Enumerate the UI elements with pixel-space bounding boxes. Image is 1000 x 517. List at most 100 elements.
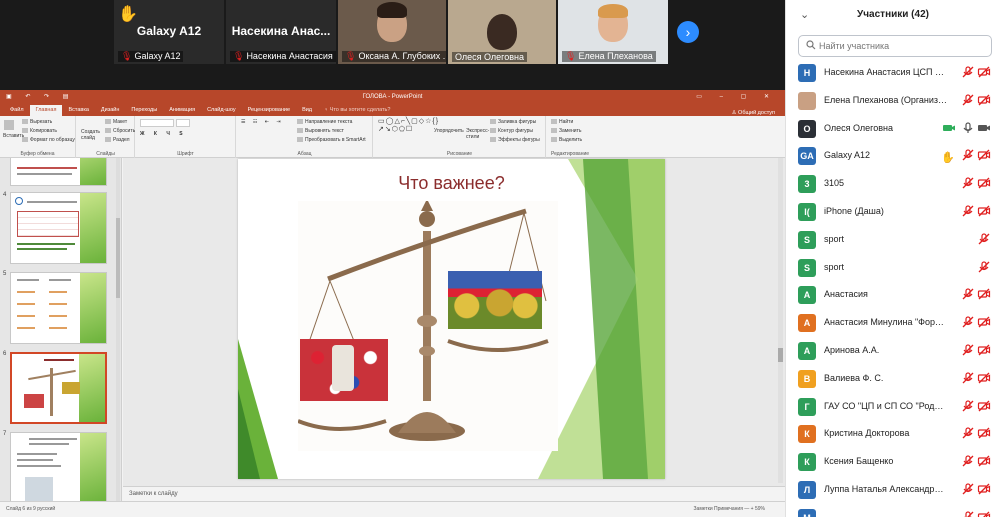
participant-row[interactable]: I(iPhone (Даша) — [786, 198, 1000, 226]
reset-button[interactable]: Сбросить — [105, 128, 135, 134]
mic-muted-icon[interactable] — [977, 232, 991, 246]
video-off-icon[interactable] — [977, 399, 991, 413]
video-off-icon[interactable] — [977, 65, 991, 79]
raised-hand-icon[interactable]: ✋ — [941, 148, 955, 164]
video-on-icon[interactable] — [942, 121, 956, 135]
mic-muted-icon[interactable] — [961, 315, 975, 329]
slide-thumbnail-7[interactable] — [10, 432, 107, 501]
video-off-icon[interactable] — [977, 176, 991, 190]
participant-row[interactable]: К Ксения Бащенко — [786, 448, 1000, 476]
mic-on-icon[interactable] — [961, 121, 975, 135]
participant-row[interactable]: О Олеся Олеговна — [786, 115, 1000, 143]
participant-row[interactable]: А Аринова А.А. — [786, 337, 1000, 365]
tab-view[interactable]: Вид — [296, 105, 318, 116]
mic-muted-icon[interactable] — [961, 399, 975, 413]
arrange-button[interactable]: Упорядочить — [434, 128, 464, 134]
tab-review[interactable]: Рецензирование — [242, 105, 296, 116]
mic-muted-icon[interactable] — [961, 482, 975, 496]
video-off-icon[interactable] — [977, 343, 991, 357]
participant-row[interactable]: Н Насекина Анастасия ЦСП Я... (Я) — [786, 59, 1000, 87]
smartart-button[interactable]: Преобразовать в SmartArt — [297, 137, 366, 143]
list-buttons[interactable]: ☰ ☷ ⇤ ⇥ — [241, 119, 284, 125]
participant-row[interactable]: Ssport — [786, 226, 1000, 254]
mic-muted-icon[interactable] — [961, 426, 975, 440]
video-off-icon[interactable] — [977, 510, 991, 517]
video-icon[interactable] — [977, 121, 991, 135]
slide-title[interactable]: Что важнее? — [238, 173, 665, 194]
video-off-icon[interactable] — [977, 371, 991, 385]
mic-muted-icon[interactable] — [961, 204, 975, 218]
paste-button[interactable] — [4, 120, 16, 130]
slide-scrollbar[interactable] — [778, 158, 783, 483]
participant-row[interactable]: В Валиева Ф. С. — [786, 365, 1000, 393]
video-off-icon[interactable] — [977, 204, 991, 218]
status-view-zoom[interactable]: Заметки Примечания — + 59% — [694, 502, 765, 516]
video-off-icon[interactable] — [977, 287, 991, 301]
scrollbar-thumb[interactable] — [116, 218, 120, 298]
font-name-select[interactable] — [140, 119, 174, 127]
quick-access-toolbar[interactable]: ▣ ↶ ↷ ▤ — [6, 90, 74, 104]
thumbnail-scrollbar[interactable] — [116, 158, 120, 501]
shape-fill-button[interactable]: Заливка фигуры — [490, 119, 536, 125]
mic-muted-icon[interactable] — [961, 454, 975, 468]
video-tile-nasekina[interactable]: Насекина Анас... 🎙 Насекина Анастасия ... — [226, 0, 336, 64]
slide-thumbnail-3[interactable] — [10, 158, 107, 186]
slide-thumbnail-6[interactable] — [10, 352, 107, 424]
next-page-button[interactable]: › — [677, 21, 699, 43]
participant-row[interactable]: 3 3105 — [786, 170, 1000, 198]
section-button[interactable]: Раздел — [105, 137, 130, 143]
copy-button[interactable]: Копировать — [22, 128, 57, 134]
video-off-icon[interactable] — [977, 426, 991, 440]
participant-row[interactable]: Г ГАУ СО "ЦП и СП СО "Родник" ... — [786, 393, 1000, 421]
tab-slideshow[interactable]: Слайд-шоу — [201, 105, 242, 116]
video-off-icon[interactable] — [977, 148, 991, 162]
participant-row[interactable]: Л Луппа Наталья Александровна — [786, 476, 1000, 504]
layout-button[interactable]: Макет — [105, 119, 127, 125]
tab-home[interactable]: Главная — [29, 105, 63, 116]
video-off-icon[interactable] — [977, 454, 991, 468]
font-format-buttons[interactable]: Ж К Ч S — [140, 131, 187, 137]
video-off-icon[interactable] — [977, 315, 991, 329]
participant-row[interactable]: GA Galaxy A12 ✋ — [786, 142, 1000, 170]
mic-muted-icon[interactable] — [961, 148, 975, 162]
participant-search-input[interactable] — [798, 35, 992, 57]
new-slide-button[interactable]: Создать слайд — [81, 129, 101, 141]
tab-design[interactable]: Дизайн — [95, 105, 126, 116]
tab-file[interactable]: Файл — [4, 105, 30, 116]
font-size-select[interactable] — [176, 119, 190, 127]
window-controls[interactable]: ▭ – ▢ ✕ — [696, 90, 777, 104]
mic-muted-icon[interactable] — [961, 65, 975, 79]
video-off-icon[interactable] — [977, 93, 991, 107]
video-tile-oksana[interactable]: 🎙 Оксана А. Глубоких ... — [338, 0, 446, 64]
align-text-button[interactable]: Выровнять текст — [297, 128, 344, 134]
slide-thumbnail-5[interactable] — [10, 272, 107, 344]
tab-animations[interactable]: Анимация — [163, 105, 201, 116]
shapes-gallery[interactable]: ▭◯△⌐╲▢◇☆{}↗↘⬡⬠☐ — [378, 118, 438, 134]
shape-outline-button[interactable]: Контур фигуры — [490, 128, 533, 134]
participant-row[interactable]: А Анастасия Минулина "Фортуна"... — [786, 309, 1000, 337]
tab-transitions[interactable]: Переходы — [125, 105, 163, 116]
tell-me-box[interactable]: ♀ Что вы хотите сделать? — [318, 105, 396, 116]
video-tile-elena[interactable]: 🎙 Елена Плеханова — [558, 0, 668, 64]
mic-muted-icon[interactable] — [977, 260, 991, 274]
mic-muted-icon[interactable] — [961, 371, 975, 385]
participant-row[interactable]: Елена Плеханова (Организатор) — [786, 87, 1000, 115]
scrollbar-thumb[interactable] — [778, 348, 783, 362]
cut-button[interactable]: Вырезать — [22, 119, 52, 125]
participant-row[interactable]: М — [786, 504, 1000, 517]
mic-muted-icon[interactable] — [961, 343, 975, 357]
shape-effects-button[interactable]: Эффекты фигуры — [490, 137, 540, 143]
mic-muted-icon[interactable] — [961, 287, 975, 301]
current-slide[interactable]: Что важнее? — [238, 159, 665, 479]
video-tile-olesya[interactable]: Олеся Олеговна — [448, 0, 556, 64]
format-painter-button[interactable]: Формат по образцу — [22, 137, 75, 143]
participant-row[interactable]: Ssport — [786, 254, 1000, 282]
mic-muted-icon[interactable] — [961, 176, 975, 190]
replace-button[interactable]: Заменить — [551, 128, 581, 134]
participant-row[interactable]: А Анастасия — [786, 281, 1000, 309]
tab-insert[interactable]: Вставка — [62, 105, 94, 116]
slide-thumbnail-4[interactable] — [10, 192, 107, 264]
notes-pane[interactable]: Заметки к слайду — [123, 486, 785, 501]
find-button[interactable]: Найти — [551, 119, 573, 125]
video-off-icon[interactable] — [977, 482, 991, 496]
